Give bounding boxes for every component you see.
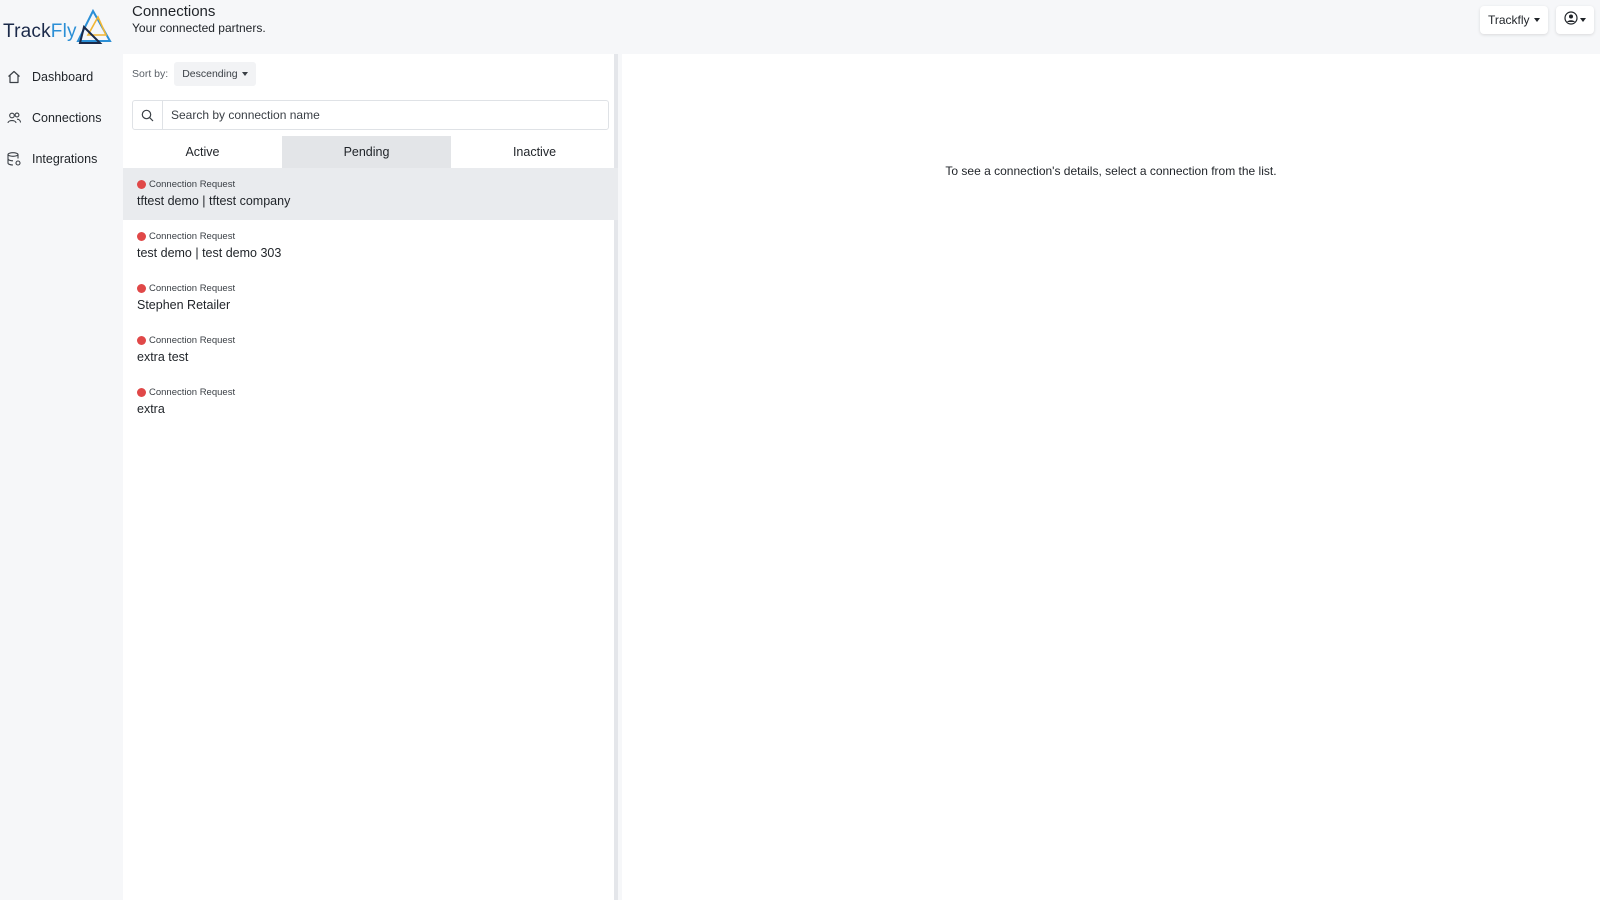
list-item[interactable]: Connection Request Stephen Retailer — [123, 272, 618, 324]
sidebar-item-label: Connections — [32, 110, 102, 125]
sidebar-item-connections[interactable]: Connections — [0, 97, 120, 138]
connection-list: Connection Request tftest demo | tftest … — [123, 168, 618, 428]
status-dot-icon — [137, 284, 146, 293]
list-item[interactable]: Connection Request test demo | test demo… — [123, 220, 618, 272]
status-dot-icon — [137, 232, 146, 241]
status-text: Connection Request — [149, 335, 236, 346]
status-text: Connection Request — [149, 283, 236, 294]
search-input[interactable] — [163, 101, 608, 129]
connection-name: Stephen Retailer — [137, 298, 231, 312]
user-avatar-icon — [1564, 10, 1578, 30]
status-badge: Connection Request — [137, 386, 604, 399]
logo-triangle-icon — [76, 9, 112, 44]
status-badge: Connection Request — [137, 230, 604, 243]
connection-name: test demo | test demo 303 — [137, 246, 282, 260]
status-text: Connection Request — [149, 179, 236, 190]
chevron-down-icon — [241, 72, 248, 76]
list-item[interactable]: Connection Request extra — [123, 376, 618, 428]
empty-state-message: To see a connection's details, select a … — [945, 164, 1277, 178]
organization-label: Trackfly — [1488, 13, 1530, 27]
sidebar-item-label: Integrations — [32, 151, 98, 166]
tab-pending[interactable]: Pending — [282, 136, 451, 168]
logo-text: TrackFly — [3, 21, 77, 42]
search-box — [132, 100, 609, 130]
sort-value: Descending — [182, 68, 238, 80]
sort-label: Sort by: — [132, 68, 169, 80]
sort-row: Sort by: Descending — [132, 62, 256, 86]
status-dot-icon — [137, 336, 146, 345]
status-text: Connection Request — [149, 387, 236, 398]
page-subtitle: Your connected partners. — [132, 21, 266, 35]
status-tabs: Active Pending Inactive — [123, 136, 618, 168]
sort-dropdown[interactable]: Descending — [174, 62, 256, 86]
page-title: Connections — [132, 3, 216, 20]
connection-name: extra test — [137, 350, 189, 364]
status-text: Connection Request — [149, 231, 236, 242]
connections-list-panel: Sort by: Descending Active Pending Inact… — [123, 54, 618, 900]
connection-name: tftest demo | tftest company — [137, 194, 291, 208]
list-item[interactable]: Connection Request extra test — [123, 324, 618, 376]
status-badge: Connection Request — [137, 334, 604, 347]
sidebar-item-label: Dashboard — [32, 69, 94, 84]
trackfly-logo[interactable]: TrackFly — [3, 6, 115, 46]
tab-active[interactable]: Active — [123, 136, 282, 168]
status-badge: Connection Request — [137, 178, 604, 191]
status-dot-icon — [137, 180, 146, 189]
status-dot-icon — [137, 388, 146, 397]
users-icon — [6, 110, 22, 126]
chevron-down-icon — [1533, 18, 1540, 22]
organization-dropdown-button[interactable]: Trackfly — [1480, 6, 1548, 34]
sidebar-item-dashboard[interactable]: Dashboard — [0, 56, 120, 97]
chevron-down-icon — [1580, 18, 1586, 22]
search-icon — [133, 101, 163, 129]
connection-name: extra — [137, 402, 165, 416]
database-settings-icon — [6, 151, 22, 167]
list-item[interactable]: Connection Request tftest demo | tftest … — [123, 168, 618, 220]
status-badge: Connection Request — [137, 282, 604, 295]
home-icon — [6, 69, 22, 85]
connection-detail-panel: To see a connection's details, select a … — [622, 54, 1600, 900]
tab-inactive[interactable]: Inactive — [451, 136, 618, 168]
sidebar: TrackFly Dashboard Connections Integrati… — [0, 0, 120, 900]
sidebar-nav: Dashboard Connections Integrations — [0, 56, 120, 179]
sidebar-item-integrations[interactable]: Integrations — [0, 138, 120, 179]
user-menu-button[interactable] — [1556, 6, 1594, 34]
